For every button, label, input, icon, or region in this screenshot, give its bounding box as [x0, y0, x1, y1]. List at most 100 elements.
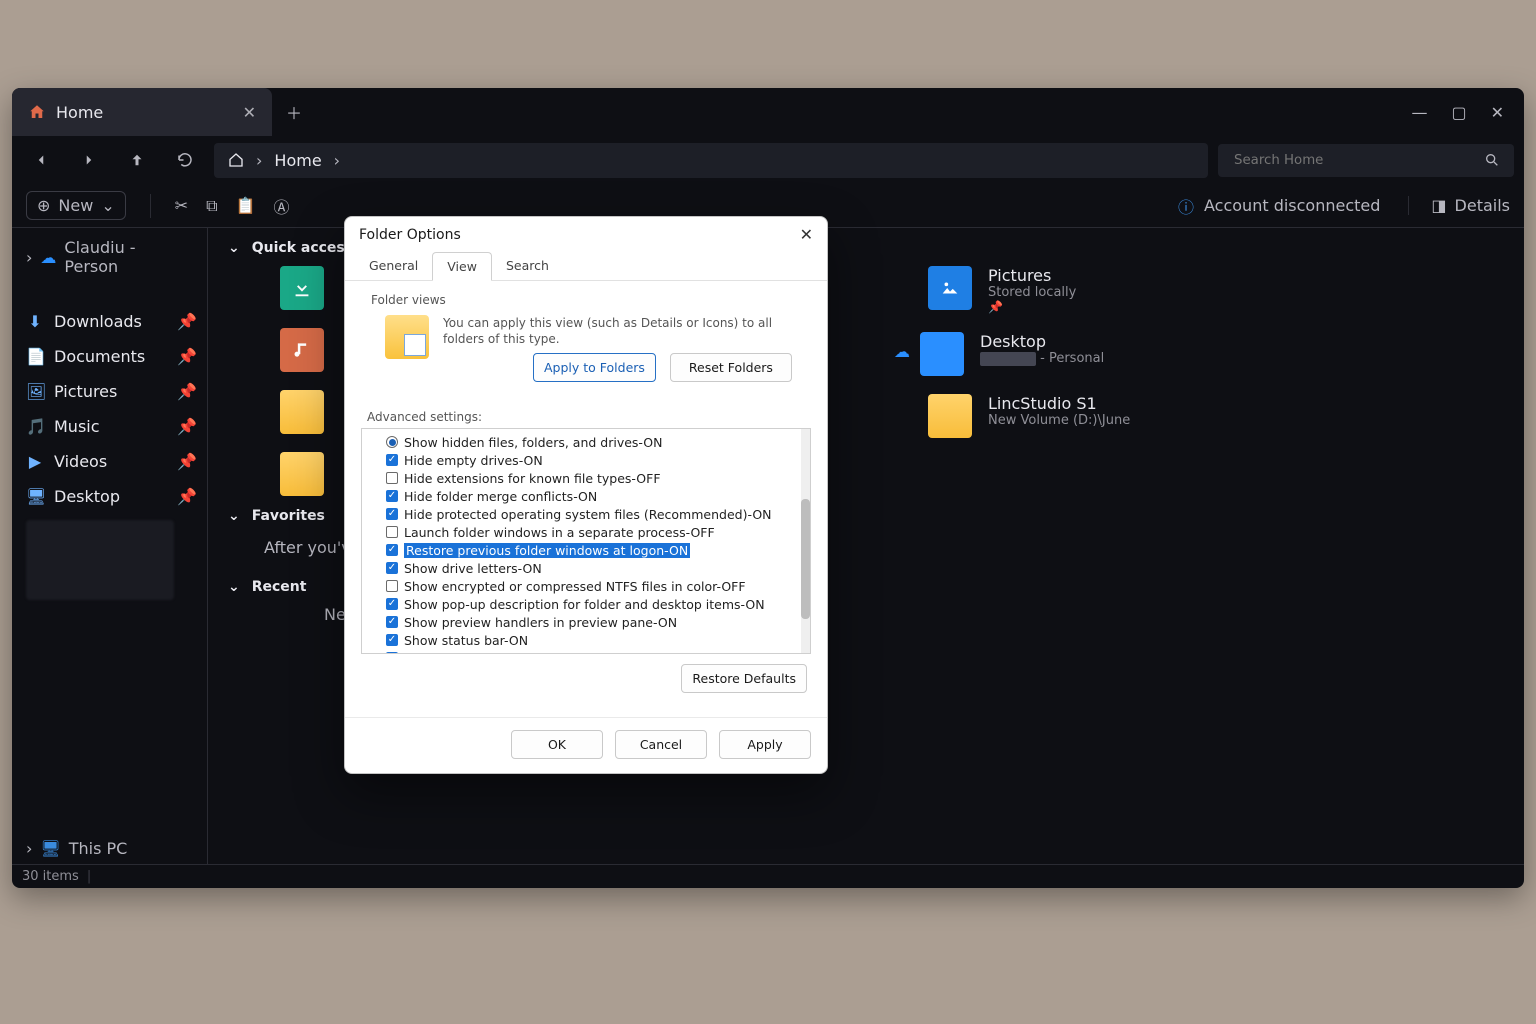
tree-root[interactable]: › ☁ Claudiu - Person	[12, 232, 207, 282]
tab-general[interactable]: General	[355, 252, 432, 280]
sidebar-item-label: Pictures	[54, 382, 117, 401]
new-label: New	[58, 196, 93, 215]
search-input[interactable]	[1232, 152, 1476, 169]
advanced-option[interactable]: Show sync provider notifications-ON	[386, 649, 800, 654]
option-label: Show pop-up description for folder and d…	[404, 597, 765, 612]
close-tab-icon[interactable]: ✕	[243, 103, 256, 122]
advanced-option[interactable]: Hide empty drives-ON	[386, 451, 800, 469]
minimize-button[interactable]: —	[1411, 103, 1427, 122]
sidebar-item-videos[interactable]: ▶Videos📌	[12, 444, 207, 479]
sidebar-item-label: Desktop	[54, 487, 120, 506]
chevron-right-icon[interactable]: ›	[334, 151, 340, 170]
advanced-settings-list[interactable]: Show hidden files, folders, and drives-O…	[361, 428, 811, 654]
rename-icon[interactable]: Ⓐ	[273, 194, 289, 218]
option-label: Hide extensions for known file types-OFF	[404, 471, 661, 486]
checkbox-icon[interactable]	[386, 616, 398, 628]
search-icon	[1484, 152, 1500, 168]
titlebar: Home ✕ ＋ — ▢ ✕	[12, 88, 1524, 136]
pin-icon[interactable]: 📌	[177, 382, 197, 401]
ok-button[interactable]: OK	[511, 730, 603, 759]
account-status[interactable]: ⓘ Account disconnected	[1178, 194, 1380, 218]
tile-music[interactable]	[280, 328, 324, 372]
radio-icon[interactable]	[386, 436, 398, 448]
tile-title: LincStudio S1	[988, 394, 1130, 413]
advanced-option[interactable]: Hide extensions for known file types-OFF	[386, 469, 800, 487]
cancel-button[interactable]: Cancel	[615, 730, 707, 759]
apply-button[interactable]: Apply	[719, 730, 811, 759]
up-button[interactable]	[118, 151, 156, 169]
pin-icon[interactable]: 📌	[177, 417, 197, 436]
advanced-option[interactable]: Show hidden files, folders, and drives-O…	[386, 433, 800, 451]
forward-button[interactable]	[70, 151, 108, 169]
checkbox-icon[interactable]	[386, 580, 398, 592]
music-folder-icon	[280, 328, 324, 372]
pin-icon[interactable]: 📌	[177, 312, 197, 331]
tile-folder-1[interactable]	[280, 390, 324, 434]
folder-icon: ▶	[26, 452, 44, 471]
advanced-option[interactable]: Show encrypted or compressed NTFS files …	[386, 577, 800, 595]
apply-to-folders-button[interactable]: Apply to Folders	[533, 353, 656, 382]
sidebar-item-downloads[interactable]: ⬇Downloads📌	[12, 304, 207, 339]
copy-icon[interactable]: ⧉	[206, 196, 217, 216]
scrollbar-thumb[interactable]	[801, 499, 810, 619]
paste-icon[interactable]: 📋	[236, 196, 256, 215]
advanced-option[interactable]: Show preview handlers in preview pane-ON	[386, 613, 800, 631]
advanced-option[interactable]: Hide folder merge conflicts-ON	[386, 487, 800, 505]
tab-search[interactable]: Search	[492, 252, 563, 280]
status-item-count: 30 items	[22, 869, 79, 884]
checkbox-icon[interactable]	[386, 562, 398, 574]
maximize-button[interactable]: ▢	[1451, 103, 1466, 122]
quick-tile[interactable]: LincStudio S1New Volume (D:)\June	[894, 394, 1130, 438]
pin-icon[interactable]: 📌	[177, 452, 197, 471]
checkbox-icon[interactable]	[386, 526, 398, 538]
new-button[interactable]: ⊕ New ⌄	[26, 191, 126, 220]
checkbox-icon[interactable]	[386, 472, 398, 484]
sidebar-item-music[interactable]: 🎵Music📌	[12, 409, 207, 444]
folder-icon	[928, 266, 972, 310]
cut-icon[interactable]: ✂	[175, 196, 188, 215]
search-box[interactable]	[1218, 144, 1514, 177]
dialog-close-button[interactable]: ✕	[800, 225, 813, 244]
tile-downloads[interactable]	[280, 266, 324, 310]
pin-icon[interactable]: 📌	[177, 487, 197, 506]
advanced-option[interactable]: Restore previous folder windows at logon…	[386, 541, 800, 559]
advanced-option[interactable]: Show status bar-ON	[386, 631, 800, 649]
sidebar-item-desktop[interactable]: 🖥Desktop📌	[12, 479, 207, 514]
tab-home[interactable]: Home ✕	[12, 88, 272, 136]
quick-tile[interactable]: ☁Desktop - Personal	[894, 332, 1130, 376]
advanced-option[interactable]: Show drive letters-ON	[386, 559, 800, 577]
advanced-option[interactable]: Launch folder windows in a separate proc…	[386, 523, 800, 541]
new-tab-button[interactable]: ＋	[272, 88, 316, 136]
advanced-option[interactable]: Show pop-up description for folder and d…	[386, 595, 800, 613]
reset-folders-button[interactable]: Reset Folders	[670, 353, 792, 382]
pc-icon: 🖥	[40, 839, 60, 858]
advanced-option[interactable]: Hide protected operating system files (R…	[386, 505, 800, 523]
checkbox-icon[interactable]	[386, 544, 398, 556]
pin-icon[interactable]: 📌	[177, 347, 197, 366]
sidebar-item-pictures[interactable]: 🖼Pictures📌	[12, 374, 207, 409]
back-button[interactable]	[22, 151, 60, 169]
restore-defaults-button[interactable]: Restore Defaults	[681, 664, 807, 693]
checkbox-icon[interactable]	[386, 598, 398, 610]
folder-views-icon	[385, 315, 429, 359]
tile-folder-2[interactable]	[280, 452, 324, 496]
folder-icon: 📄	[26, 347, 44, 366]
checkbox-icon[interactable]	[386, 652, 398, 654]
refresh-button[interactable]	[166, 151, 204, 169]
download-folder-icon	[280, 266, 324, 310]
checkbox-icon[interactable]	[386, 508, 398, 520]
sidebar-item-documents[interactable]: 📄Documents📌	[12, 339, 207, 374]
tree-this-pc[interactable]: › 🖥 This PC	[12, 833, 207, 864]
section-label: Favorites	[252, 508, 325, 524]
checkbox-icon[interactable]	[386, 634, 398, 646]
dialog-tabs: General View Search	[345, 252, 827, 281]
sidebar-item-label: Downloads	[54, 312, 142, 331]
checkbox-icon[interactable]	[386, 490, 398, 502]
close-window-button[interactable]: ✕	[1491, 103, 1504, 122]
details-pane-button[interactable]: ◨ Details	[1408, 196, 1510, 215]
checkbox-icon[interactable]	[386, 454, 398, 466]
quick-tile[interactable]: PicturesStored locally📌	[894, 266, 1130, 314]
tab-view[interactable]: View	[432, 252, 492, 281]
breadcrumb[interactable]: Home	[274, 151, 321, 170]
address-bar[interactable]: › Home ›	[214, 143, 1208, 178]
